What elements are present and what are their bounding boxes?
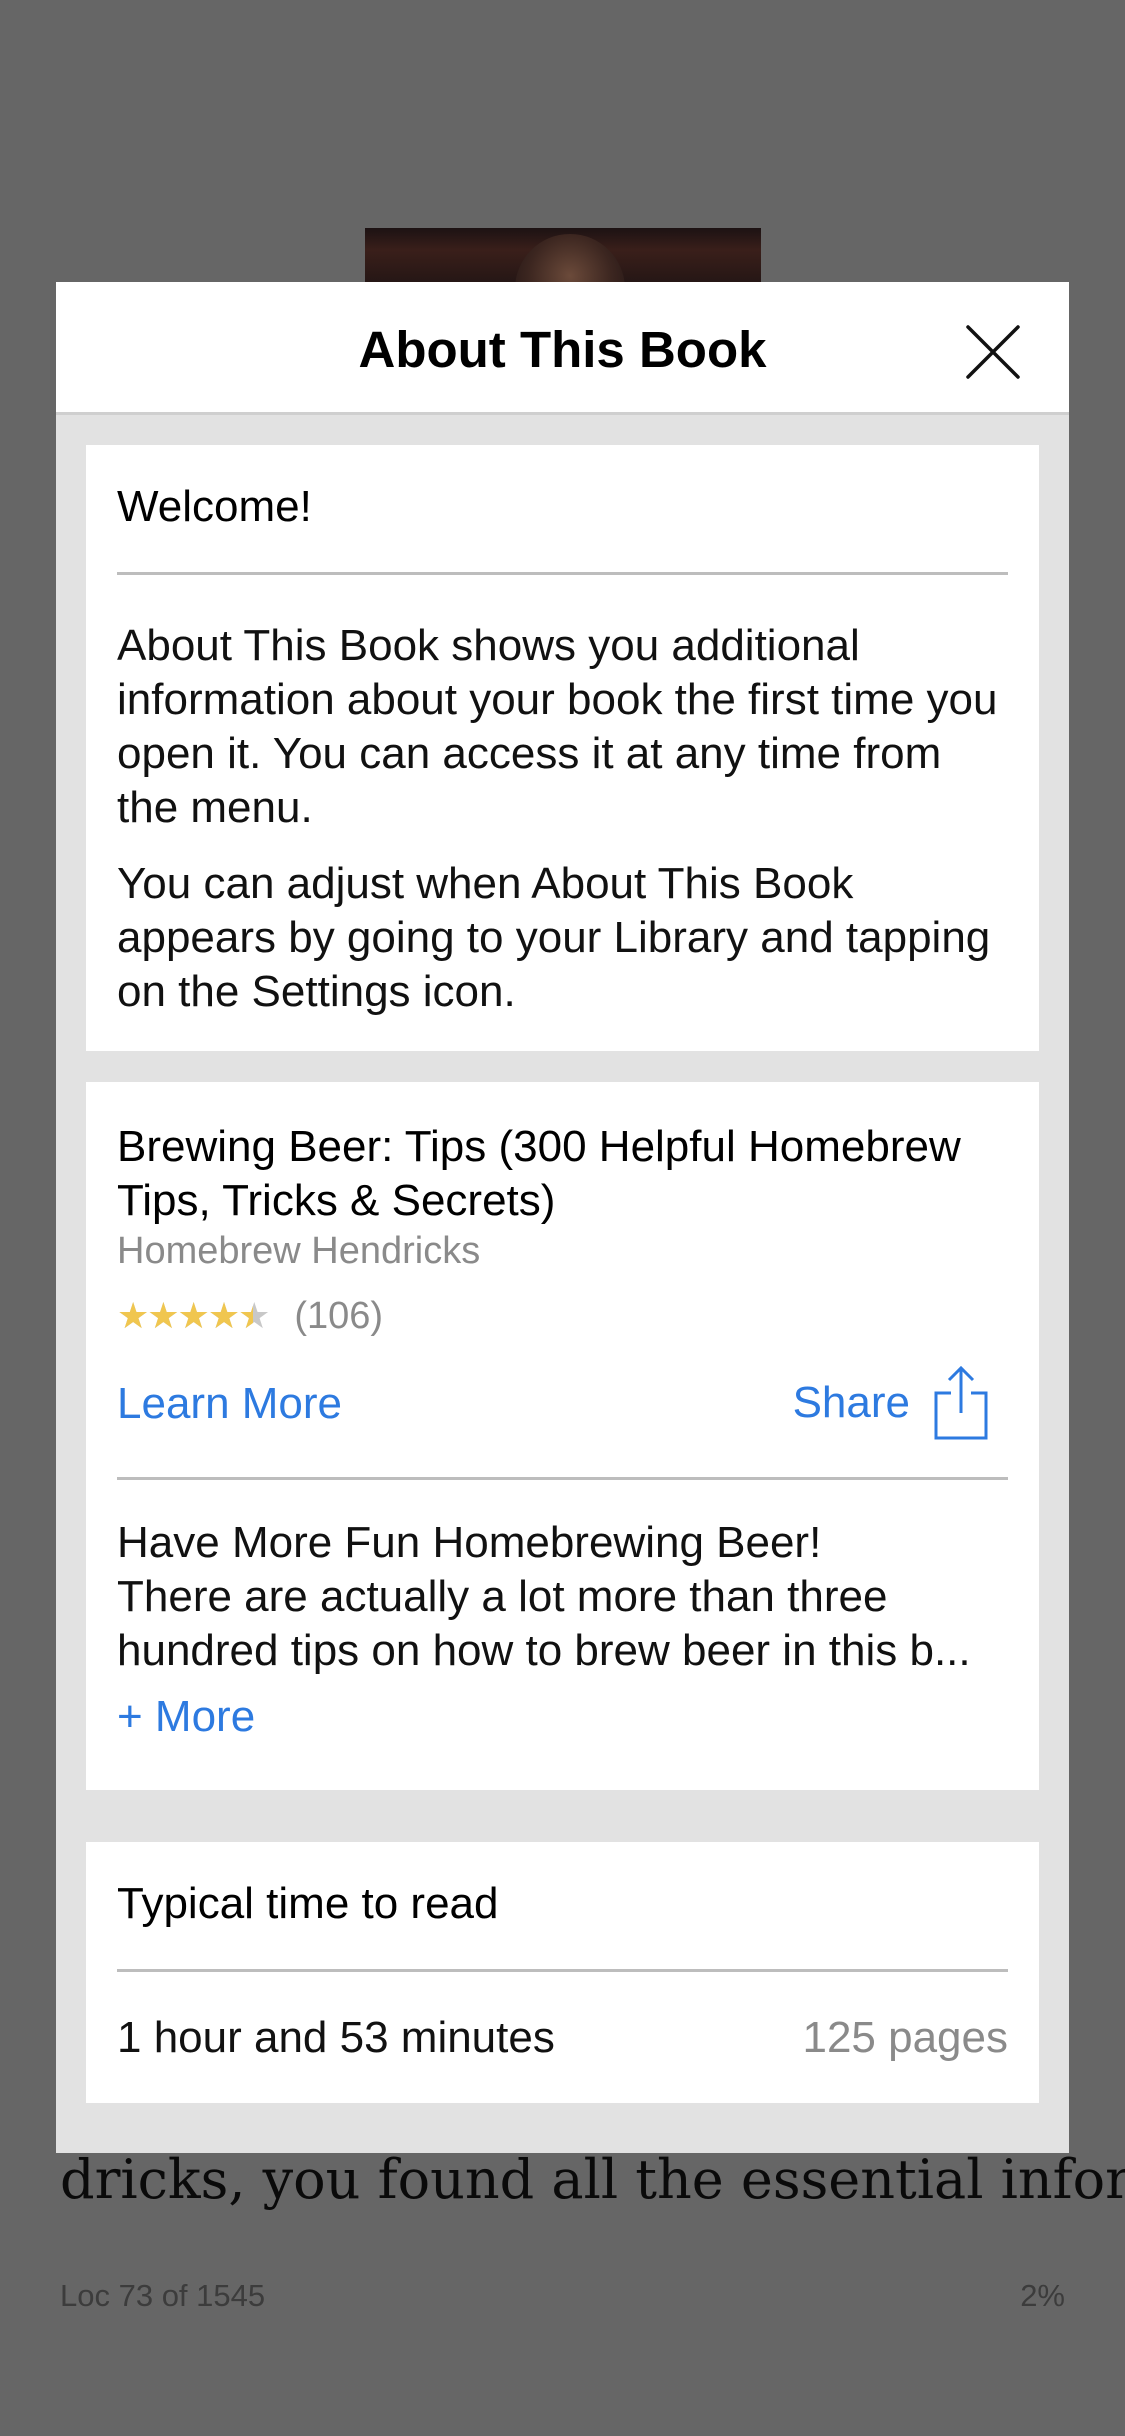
modal-header: About This Book [56, 282, 1069, 415]
reading-time-card: Typical time to read 1 hour and 53 minut… [86, 1842, 1039, 2103]
book-cover-image [365, 228, 761, 294]
book-info-card: Brewing Beer: Tips (300 Helpful Homebrew… [86, 1082, 1039, 1790]
rating-count: (106) [294, 1294, 384, 1337]
modal-title: About This Book [358, 321, 767, 378]
reading-time-row: 1 hour and 53 minutes 125 pages [117, 1972, 1008, 2102]
welcome-paragraph-1: About This Book shows you additional inf… [117, 621, 998, 832]
share-icon [934, 1365, 988, 1440]
share-button[interactable]: Share [793, 1365, 990, 1441]
star-filled-row: ★★★★★ [117, 1298, 253, 1334]
close-icon [966, 325, 1020, 379]
about-this-book-modal: About This Book Welcome! About This Book… [56, 282, 1069, 2153]
action-row: Learn More Share [117, 1341, 1008, 1477]
reading-time-title: Typical time to read [117, 1879, 499, 1928]
reading-text-line: dricks, you found all the essential info… [60, 2148, 1125, 2211]
star-rating: ★★★★★ ★★★★★ [117, 1298, 270, 1334]
reading-duration: 1 hour and 53 minutes [117, 2013, 555, 2062]
close-button[interactable] [963, 322, 1023, 382]
divider [117, 572, 1008, 575]
book-author: Homebrew Hendricks [117, 1230, 481, 1272]
description-line-1: Have More Fun Homebrewing Beer! [117, 1518, 822, 1567]
description-line-2: There are actually a lot more than three… [117, 1572, 971, 1675]
divider [117, 1477, 1008, 1480]
page-count: 125 pages [802, 2013, 1008, 2062]
progress-percent: 2% [1020, 2278, 1065, 2313]
welcome-card: Welcome! About This Book shows you addit… [86, 445, 1039, 1051]
share-label: Share [792, 1378, 910, 1427]
more-link[interactable]: + More [117, 1692, 255, 1742]
welcome-paragraph-2: You can adjust when About This Book appe… [117, 859, 991, 1016]
welcome-title: Welcome! [117, 482, 312, 531]
book-title: Brewing Beer: Tips (300 Helpful Homebrew… [117, 1122, 961, 1225]
rating-row: ★★★★★ ★★★★★ (106) [117, 1291, 1008, 1341]
book-description: Have More Fun Homebrewing Beer! There ar… [117, 1516, 1008, 1678]
learn-more-link[interactable]: Learn More [117, 1379, 342, 1429]
location-indicator: Loc 73 of 1545 [60, 2278, 266, 2313]
